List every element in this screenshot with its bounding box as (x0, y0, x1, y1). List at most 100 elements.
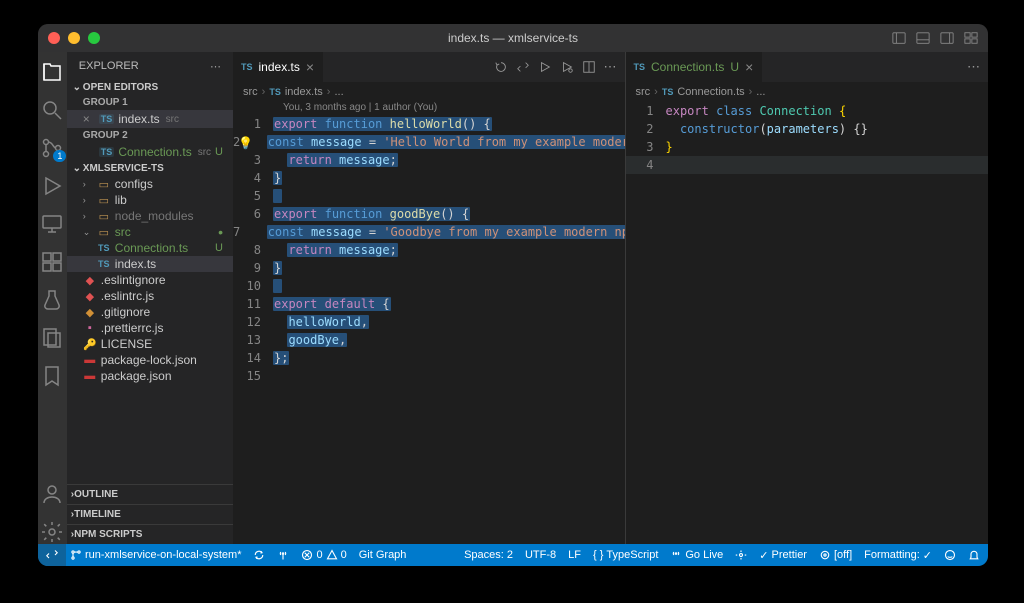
tree-file-package-lock[interactable]: ▬package-lock.json (67, 352, 233, 368)
test-icon[interactable] (40, 288, 64, 312)
outline-section[interactable]: ›OUTLINE (67, 484, 233, 504)
more-actions-icon[interactable]: ⋯ (967, 59, 980, 75)
ts-file-icon: TS (97, 259, 111, 269)
toggle-secondary-sidebar-icon[interactable] (940, 31, 954, 45)
tabs-2: TS Connection.ts U × ⋯ (626, 52, 989, 82)
chevron-down-icon: ⌄ (83, 227, 93, 238)
more-actions-icon[interactable]: ⋯ (604, 59, 617, 75)
tree-file-eslintrc[interactable]: ◆.eslintrc.js (67, 288, 233, 304)
notifications-icon[interactable] (968, 549, 980, 561)
chevron-right-icon: › (83, 195, 93, 205)
chevron-right-icon: › (83, 211, 93, 221)
close-icon[interactable]: × (83, 112, 95, 126)
eol[interactable]: LF (568, 549, 581, 561)
open-editors-section[interactable]: ⌄OPEN EDITORS (67, 80, 233, 95)
status-bar: run-xmlservice-on-local-system* 0 0 Git … (38, 544, 988, 566)
debug-icon[interactable] (560, 60, 574, 74)
accounts-icon[interactable] (40, 482, 64, 506)
explorer-icon[interactable] (40, 60, 64, 84)
chevron-right-icon: › (83, 179, 93, 189)
close-window-button[interactable] (48, 32, 60, 44)
go-live[interactable]: Go Live (670, 549, 723, 561)
ts-file-icon: TS (99, 114, 115, 124)
sync-button[interactable] (253, 549, 265, 561)
git-branch[interactable]: run-xmlservice-on-local-system* (70, 549, 241, 561)
scm-badge: 1 (53, 150, 66, 162)
tree-file-eslintignore[interactable]: ◆.eslintignore (67, 272, 233, 288)
open-editor-index[interactable]: × TS index.ts src (67, 110, 233, 128)
language-mode[interactable]: { } TypeScript (593, 549, 658, 561)
close-tab-icon[interactable]: × (306, 59, 314, 75)
toggle-panel-icon[interactable] (916, 31, 930, 45)
npm-scripts-section[interactable]: ›NPM SCRIPTS (67, 524, 233, 544)
toggle-primary-sidebar-icon[interactable] (892, 31, 906, 45)
lightbulb-icon[interactable]: 💡 (238, 134, 253, 152)
folder-icon: ▭ (97, 178, 111, 191)
problems[interactable]: 0 0 (301, 549, 346, 561)
maximize-window-button[interactable] (88, 32, 100, 44)
minimize-window-button[interactable] (68, 32, 80, 44)
tab-actions-1: ⋯ (486, 52, 625, 82)
eslint-icon: ◆ (83, 290, 97, 303)
breadcrumb-2[interactable]: src› TS Connection.ts› ... (626, 82, 989, 102)
tree-folder-node-modules[interactable]: ›▭node_modules (67, 208, 233, 224)
code-editor-2[interactable]: 1export class Connection { 2 constructor… (626, 102, 989, 174)
workbench-body: 1 EXPLORER ⋯ ⌄OPEN EDITORS GROUP 1 × TS … (38, 52, 988, 544)
tab-connection[interactable]: TS Connection.ts U × (626, 52, 763, 82)
ts-file-icon: TS (241, 62, 253, 72)
license-icon: 🔑 (83, 338, 97, 351)
radio-tower-icon[interactable] (277, 549, 289, 561)
encoding[interactable]: UTF-8 (525, 549, 556, 561)
spaces[interactable]: Spaces: 2 (464, 549, 513, 561)
breadcrumb-1[interactable]: src› TS index.ts› ... (233, 82, 625, 102)
ts-file-icon: TS (662, 87, 674, 97)
close-tab-icon[interactable]: × (745, 59, 753, 75)
remote-indicator[interactable] (38, 544, 66, 566)
tree-folder-configs[interactable]: ›▭configs (67, 176, 233, 192)
settings-sync-icon[interactable] (735, 549, 747, 561)
tree-file-connection[interactable]: TSConnection.tsU (67, 240, 233, 256)
codelens[interactable]: You, 3 months ago | 1 author (You) (233, 102, 625, 115)
tree-folder-lib[interactable]: ›▭lib (67, 192, 233, 208)
ts-file-icon: TS (634, 62, 646, 72)
timeline-section[interactable]: ›TIMELINE (67, 504, 233, 524)
remote-explorer-icon[interactable] (40, 212, 64, 236)
history-icon[interactable] (494, 60, 508, 74)
extensions-icon[interactable] (40, 250, 64, 274)
sidebar-more-icon[interactable]: ⋯ (210, 60, 221, 73)
titlebar: index.ts — xmlservice-ts (38, 24, 988, 52)
tree-file-index[interactable]: TSindex.ts (67, 256, 233, 272)
search-icon[interactable] (40, 98, 64, 122)
tree-file-prettierrc[interactable]: ▪.prettierrc.js (67, 320, 233, 336)
compare-icon[interactable] (516, 60, 530, 74)
tab-index[interactable]: TS index.ts × (233, 52, 323, 82)
tree-file-gitignore[interactable]: ◆.gitignore (67, 304, 233, 320)
layout-controls (892, 31, 978, 45)
project-section[interactable]: ⌄XMLSERVICE-TS (67, 161, 233, 176)
bookmarks-icon[interactable] (40, 364, 64, 388)
run-icon[interactable] (538, 60, 552, 74)
tree-folder-src[interactable]: ⌄▭src• (67, 224, 233, 240)
customize-layout-icon[interactable] (964, 31, 978, 45)
prettier-icon: ▪ (83, 322, 97, 334)
tree-file-package-json[interactable]: ▬package.json (67, 368, 233, 384)
code-editor-1[interactable]: 1export function helloWorld() { 2💡 const… (233, 115, 625, 385)
folder-icon: ▭ (97, 226, 111, 239)
references-icon[interactable] (40, 326, 64, 350)
git-icon: ◆ (83, 306, 97, 319)
spell-check[interactable]: [off] (819, 549, 852, 561)
git-graph[interactable]: Git Graph (359, 549, 407, 561)
settings-icon[interactable] (40, 520, 64, 544)
npm-icon: ▬ (83, 354, 97, 366)
prettier[interactable]: ✓ Prettier (759, 549, 807, 562)
chevron-down-icon: ⌄ (71, 163, 83, 174)
formatting[interactable]: Formatting: ✓ (864, 549, 932, 562)
feedback-icon[interactable] (944, 549, 956, 561)
run-debug-icon[interactable] (40, 174, 64, 198)
editor-group-1: TS index.ts × ⋯ src› TS (233, 52, 625, 544)
tab-actions-2: ⋯ (959, 52, 988, 82)
source-control-icon[interactable]: 1 (40, 136, 64, 160)
split-editor-icon[interactable] (582, 60, 596, 74)
tree-file-license[interactable]: 🔑LICENSE (67, 336, 233, 352)
open-editor-connection[interactable]: TS Connection.ts src U (67, 143, 233, 161)
